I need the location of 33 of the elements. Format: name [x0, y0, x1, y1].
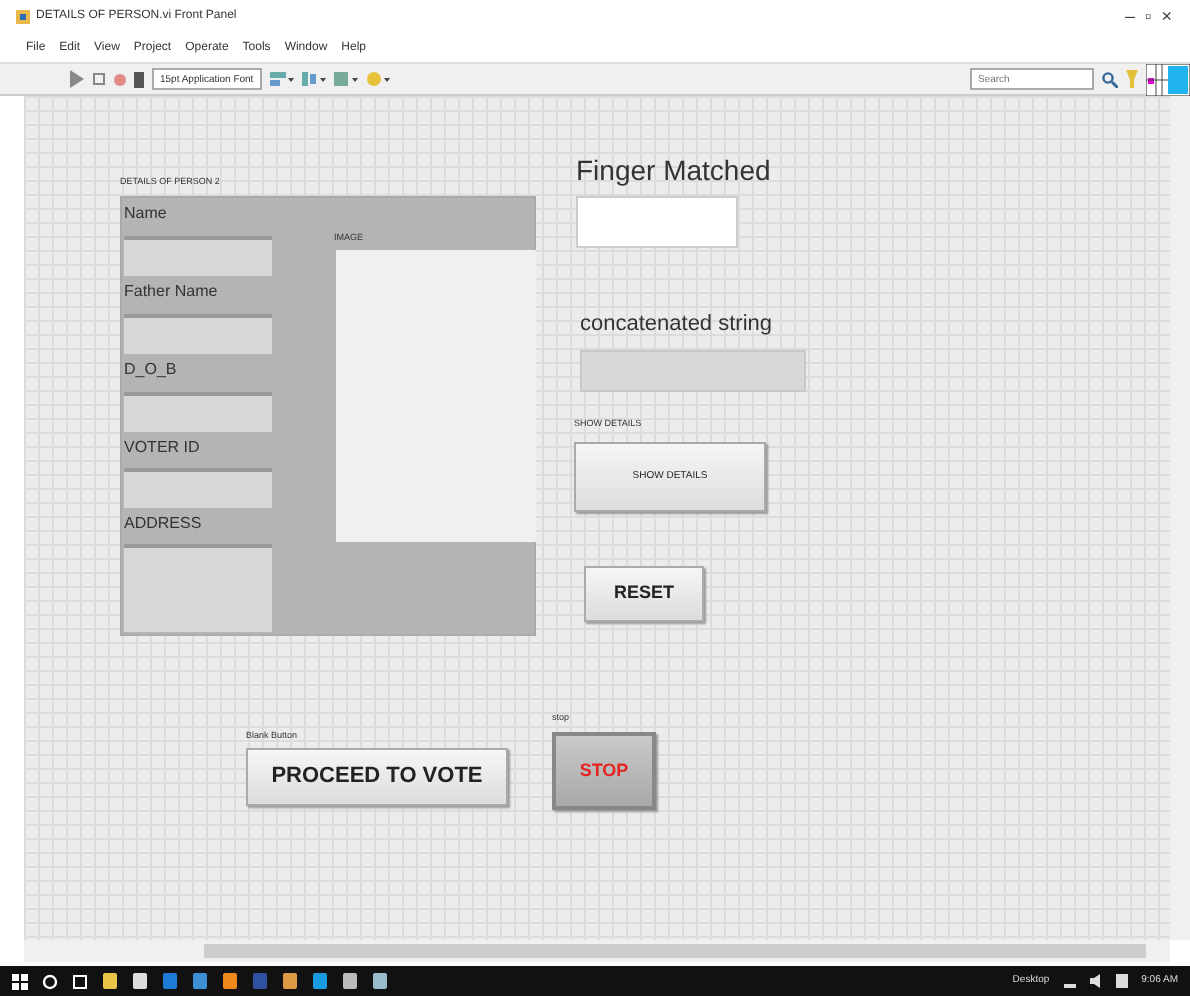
connector-pane-icon[interactable] — [1146, 63, 1190, 95]
field-label: Name — [124, 206, 167, 222]
close-button[interactable]: × — [1159, 1, 1174, 33]
vertical-scrollbar[interactable] — [1170, 96, 1190, 940]
notification-icon[interactable] — [1115, 974, 1128, 988]
text-field[interactable] — [124, 314, 272, 354]
field-label: D_O_B — [124, 362, 177, 378]
pause-icon[interactable] — [134, 71, 144, 87]
horizontal-scrollbar[interactable] — [24, 940, 1170, 962]
run-arrow-icon[interactable] — [70, 70, 84, 88]
field-label: Father Name — [124, 284, 218, 300]
push-button[interactable]: RESET — [584, 566, 704, 622]
search-icon[interactable] — [42, 973, 58, 989]
windows-start-icon[interactable] — [12, 973, 28, 989]
indicator-label: Finger Matched — [576, 156, 771, 184]
push-button[interactable]: PROCEED TO VOTE — [246, 748, 508, 806]
indicator-label: concatenated string — [580, 314, 773, 336]
align-icon[interactable] — [269, 70, 294, 88]
text-field[interactable] — [124, 392, 272, 432]
text-field[interactable] — [124, 468, 272, 508]
field-label: ADDRESS — [124, 516, 202, 532]
app-icon[interactable] — [16, 10, 30, 24]
minimize-button[interactable]: – — [1123, 1, 1138, 33]
task-view-icon[interactable] — [72, 973, 88, 989]
text-field[interactable] — [124, 544, 272, 632]
volume-icon[interactable] — [1089, 974, 1102, 988]
text-field[interactable] — [124, 236, 272, 276]
field-label: VOTER ID — [124, 440, 200, 456]
distribute-icon[interactable] — [301, 70, 326, 88]
reorder-icon[interactable] — [365, 70, 390, 88]
restore-button[interactable]: ▫ — [1143, 1, 1154, 33]
resize-icon[interactable] — [333, 70, 358, 88]
run-continuously-icon[interactable] — [92, 70, 106, 88]
